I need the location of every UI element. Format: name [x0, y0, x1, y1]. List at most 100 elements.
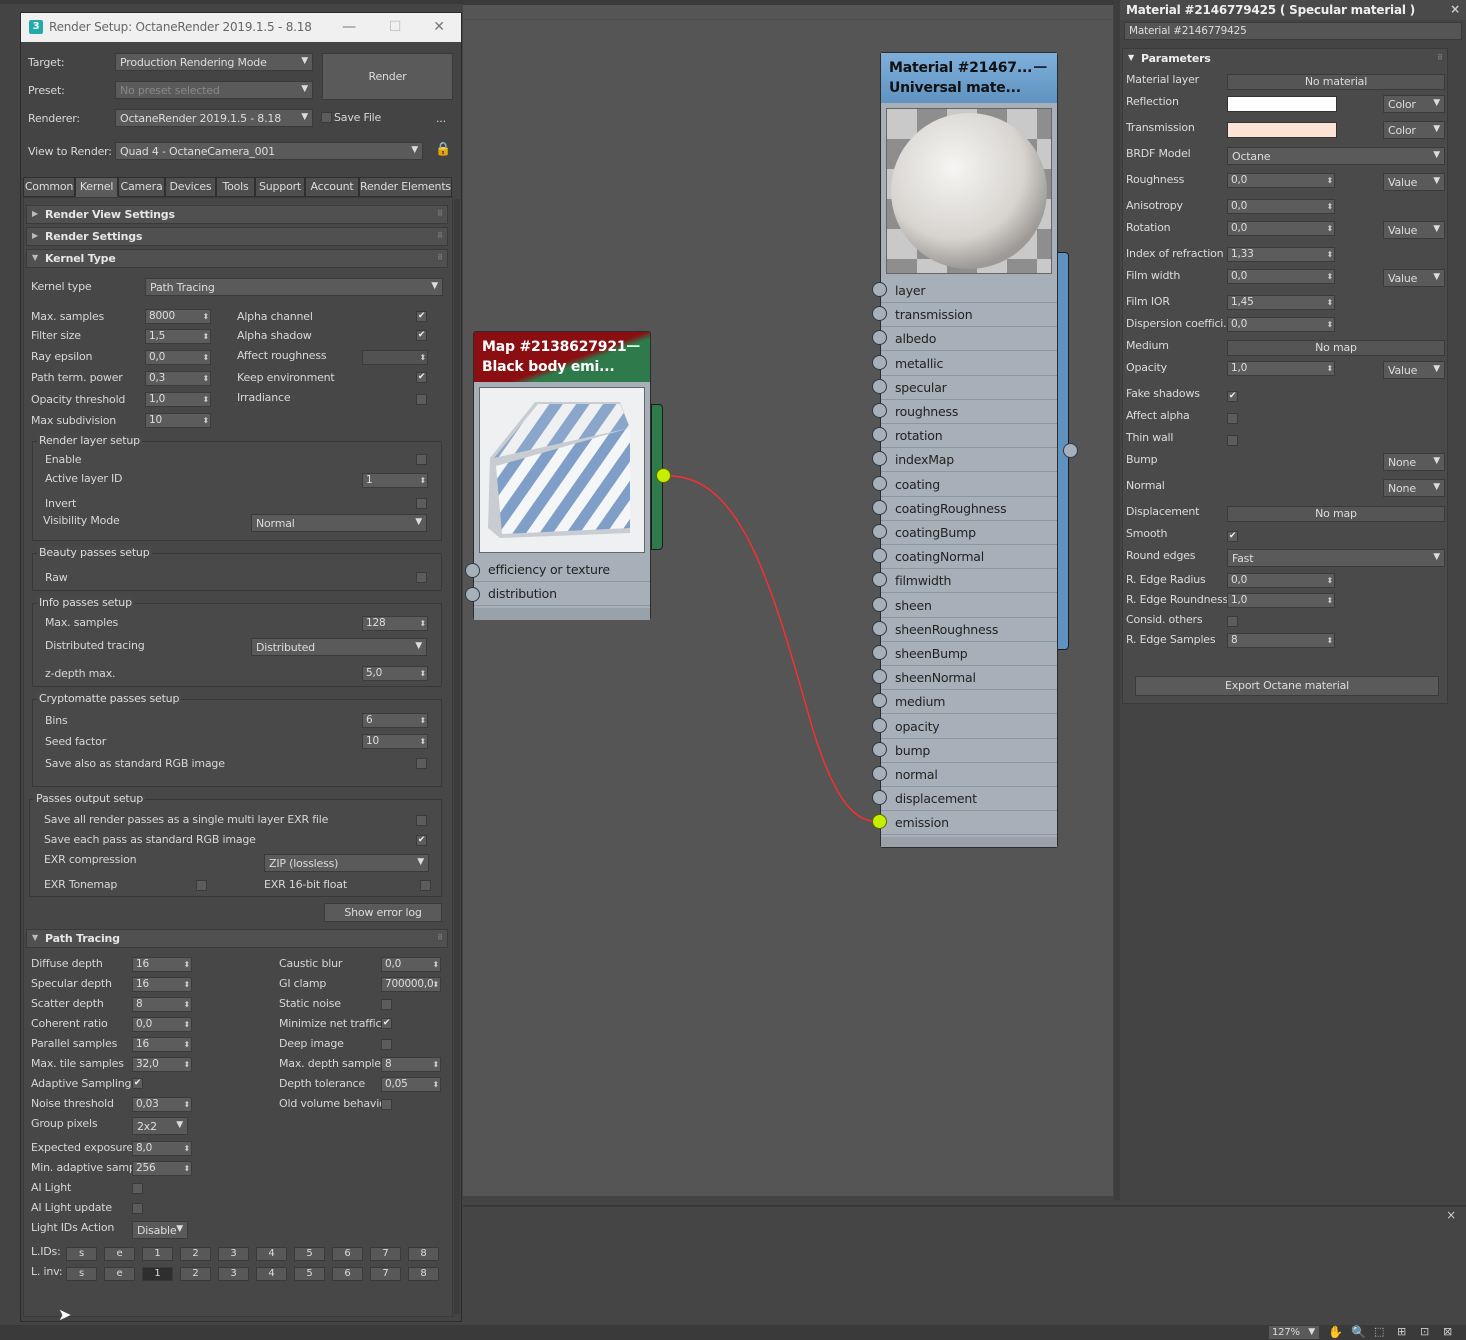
export-octane-material-button[interactable]: Export Octane material: [1135, 676, 1439, 696]
fit-view-icon[interactable]: ⊠: [1443, 1325, 1452, 1338]
light-inv-button-s[interactable]: s: [66, 1267, 97, 1281]
enable-checkbox[interactable]: [416, 454, 427, 465]
slot-distribution[interactable]: distribution: [474, 582, 650, 606]
light-inv-button-1[interactable]: 1: [142, 1267, 173, 1281]
max-depth-samples-spinner[interactable]: 8: [381, 1057, 441, 1072]
exr-tonemap-checkbox[interactable]: [196, 880, 207, 891]
adaptive-sampling-checkbox[interactable]: ✔: [132, 1078, 143, 1089]
map-node-header[interactable]: Map #2138627921 Black body emi... —: [474, 332, 650, 382]
close-icon[interactable]: ✕: [425, 17, 453, 37]
coherent-ratio-spinner[interactable]: 0,0: [132, 1017, 192, 1032]
input-socket[interactable]: [465, 563, 480, 578]
bins-spinner[interactable]: 6: [362, 713, 428, 728]
slot-coating[interactable]: coating: [881, 473, 1057, 497]
light-inv-button-7[interactable]: 7: [370, 1267, 401, 1281]
input-socket[interactable]: [872, 354, 887, 370]
light-inv-button-8[interactable]: 8: [408, 1267, 439, 1281]
slot-coatingbump[interactable]: coatingBump: [881, 521, 1057, 545]
input-socket[interactable]: [872, 524, 887, 539]
zoom-icon[interactable]: 🔍: [1351, 1325, 1366, 1339]
active-layer-id-spinner[interactable]: 1: [362, 473, 428, 488]
film-width-spinner[interactable]: 0,0: [1227, 269, 1335, 284]
light-inv-button-5[interactable]: 5: [294, 1267, 325, 1281]
input-socket[interactable]: [872, 620, 887, 636]
input-socket[interactable]: [872, 403, 887, 418]
round-edges-dropdown[interactable]: Fast ▼: [1227, 549, 1445, 567]
slot-sheennormal[interactable]: sheenNormal: [881, 666, 1057, 691]
slot-specular[interactable]: specular: [881, 376, 1057, 400]
slot-displacement[interactable]: displacement: [881, 787, 1057, 812]
save-file-checkbox[interactable]: [321, 112, 332, 123]
dispersion-spinner[interactable]: 0,0: [1227, 317, 1335, 332]
node-link[interactable]: [663, 470, 888, 830]
smooth-checkbox[interactable]: ✔: [1227, 531, 1238, 542]
zoom-extents-icon[interactable]: ⊞: [1397, 1325, 1406, 1338]
tab-common[interactable]: Common: [23, 177, 75, 197]
ai-light-update-checkbox[interactable]: [132, 1203, 143, 1214]
diffuse-depth-spinner[interactable]: 16: [132, 957, 192, 972]
preset-dropdown[interactable]: No preset selected ▼: [115, 81, 313, 99]
slot-emission[interactable]: emission: [881, 811, 1057, 836]
scatter-depth-spinner[interactable]: 8: [132, 997, 192, 1012]
tab-kernel[interactable]: Kernel: [75, 177, 118, 197]
min-adaptive-samples-spinner[interactable]: 256: [132, 1161, 192, 1176]
z-depth-max-spinner[interactable]: 5,0: [362, 666, 428, 681]
opacity-threshold-spinner[interactable]: 1,0: [145, 392, 211, 407]
slot-efficiency-or-texture[interactable]: efficiency or texture: [474, 558, 650, 582]
slot-sheenbump[interactable]: sheenBump: [881, 642, 1057, 666]
caustic-blur-spinner[interactable]: 0,0: [381, 957, 441, 972]
slot-roughness[interactable]: roughness: [881, 400, 1057, 424]
reflection-color-swatch[interactable]: [1227, 96, 1337, 112]
invert-checkbox[interactable]: [416, 498, 427, 509]
light-id-button-e[interactable]: e: [104, 1247, 135, 1261]
rollout-render-view-settings[interactable]: ▶ Render View Settings ⠿: [26, 205, 448, 224]
max-tile-samples-spinner[interactable]: 32,0: [132, 1057, 192, 1072]
expected-exposure-spinner[interactable]: 8,0: [132, 1141, 192, 1156]
close-icon[interactable]: ×: [1446, 1208, 1456, 1222]
max-samples-spinner[interactable]: 8000: [145, 309, 211, 324]
title-bar[interactable]: 3 Render Setup: OctaneRender 2019.1.5 - …: [21, 13, 461, 42]
view-to-render-dropdown[interactable]: Quad 4 - OctaneCamera_001 ▼: [115, 142, 423, 160]
material-panel-title[interactable]: Material #2146779425 ( Specular material…: [1120, 0, 1466, 20]
slot-opacity[interactable]: opacity: [881, 715, 1057, 739]
slot-sheen[interactable]: sheen: [881, 594, 1057, 618]
affect-alpha-checkbox[interactable]: [1227, 413, 1238, 424]
transmission-color-swatch[interactable]: [1227, 122, 1337, 138]
light-id-button-2[interactable]: 2: [180, 1247, 211, 1261]
tab-support[interactable]: Support: [255, 177, 305, 197]
map-node[interactable]: Map #2138627921 Black body emi... — effi…: [473, 331, 651, 620]
tab-tools[interactable]: Tools: [216, 177, 255, 197]
keep-environment-checkbox[interactable]: ✔: [416, 372, 427, 383]
slot-albedo[interactable]: albedo: [881, 327, 1057, 352]
slot-sheenroughness[interactable]: sheenRoughness: [881, 618, 1057, 642]
raw-checkbox[interactable]: [416, 572, 427, 583]
parallel-samples-spinner[interactable]: 16: [132, 1037, 192, 1052]
consider-others-checkbox[interactable]: [1227, 616, 1238, 627]
max-subdivision-spinner[interactable]: 10: [145, 413, 211, 428]
rollout-render-settings[interactable]: ▶ Render Settings ⠿: [26, 227, 448, 246]
slot-coatingnormal[interactable]: coatingNormal: [881, 545, 1057, 570]
slot-rotation[interactable]: rotation: [881, 424, 1057, 449]
light-inv-button-e[interactable]: e: [104, 1267, 135, 1281]
input-socket[interactable]: [872, 499, 887, 515]
slot-layer[interactable]: layer: [881, 279, 1057, 303]
old-volume-behavior-checkbox[interactable]: [381, 1099, 392, 1110]
rollout-kernel-type[interactable]: ▼ Kernel Type ⠿: [26, 249, 448, 268]
tab-account[interactable]: Account: [305, 177, 359, 197]
ai-light-checkbox[interactable]: [132, 1183, 143, 1194]
input-socket[interactable]: [872, 378, 887, 394]
ray-epsilon-spinner[interactable]: 0,0: [145, 350, 211, 365]
roughness-mode-dropdown[interactable]: Value ▼: [1383, 173, 1445, 191]
noise-threshold-spinner[interactable]: 0,03: [132, 1097, 192, 1112]
pan-hand-icon[interactable]: ✋: [1328, 1325, 1343, 1339]
group-pixels-dropdown[interactable]: 2x2 ▼: [132, 1117, 188, 1135]
parameters-header[interactable]: ▼ Parameters ⠿: [1123, 50, 1447, 67]
tab-render-elements[interactable]: Render Elements: [359, 177, 452, 197]
edge-radius-spinner[interactable]: 0,0: [1227, 573, 1335, 588]
save-rgb-checkbox[interactable]: [416, 758, 427, 769]
reflection-mode-dropdown[interactable]: Color ▼: [1383, 95, 1445, 113]
slot-medium[interactable]: medium: [881, 690, 1057, 715]
slot-metallic[interactable]: metallic: [881, 352, 1057, 376]
gi-clamp-spinner[interactable]: 700000,0: [381, 977, 441, 992]
light-id-button-5[interactable]: 5: [294, 1247, 325, 1261]
